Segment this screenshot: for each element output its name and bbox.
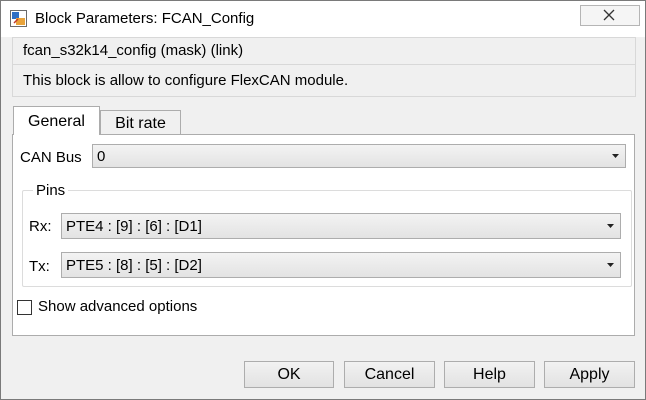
general-tab-panel: CAN Bus 0 Pins Rx: PTE4 : [9] : [6] : [D…	[12, 134, 635, 336]
rx-pin-value: PTE4 : [9] : [6] : [D1]	[66, 218, 202, 235]
dropdown-arrow-icon	[607, 224, 614, 228]
tx-pin-dropdown[interactable]: PTE5 : [8] : [5] : [D2]	[61, 252, 621, 278]
pins-group: Pins Rx: PTE4 : [9] : [6] : [D1] Tx: PTE…	[22, 182, 632, 287]
tab-bit-rate[interactable]: Bit rate	[100, 110, 181, 136]
mask-info-panel: fcan_s32k14_config (mask) (link) This bl…	[12, 37, 636, 97]
tx-pin-value: PTE5 : [8] : [5] : [D2]	[66, 257, 202, 274]
show-advanced-options-checkbox[interactable]	[17, 300, 32, 315]
title-bar[interactable]: Block Parameters: FCAN_Config	[1, 1, 645, 37]
cancel-button[interactable]: Cancel	[344, 361, 435, 388]
dropdown-arrow-icon	[612, 154, 619, 158]
rx-label: Rx:	[29, 218, 52, 235]
can-bus-label: CAN Bus	[20, 149, 82, 166]
pins-group-label: Pins	[33, 182, 69, 199]
dropdown-arrow-icon	[607, 263, 614, 267]
block-parameters-icon	[10, 10, 27, 27]
tx-label: Tx:	[29, 258, 50, 275]
apply-button[interactable]: Apply	[544, 361, 635, 388]
ok-button[interactable]: OK	[244, 361, 334, 388]
window-title: Block Parameters: FCAN_Config	[35, 10, 255, 27]
can-bus-value: 0	[97, 148, 106, 165]
mask-description: This block is allow to configure FlexCAN…	[23, 72, 349, 89]
block-parameters-dialog: Block Parameters: FCAN_Config fcan_s32k1…	[0, 0, 646, 400]
mask-separator	[13, 64, 635, 65]
tab-general[interactable]: General	[13, 106, 100, 135]
can-bus-dropdown[interactable]: 0	[92, 144, 626, 168]
mask-title: fcan_s32k14_config (mask) (link)	[23, 42, 244, 59]
close-button[interactable]	[580, 5, 640, 26]
rx-pin-dropdown[interactable]: PTE4 : [9] : [6] : [D1]	[61, 213, 621, 239]
help-button[interactable]: Help	[444, 361, 535, 388]
show-advanced-options-label[interactable]: Show advanced options	[38, 298, 197, 315]
close-icon	[603, 9, 615, 21]
